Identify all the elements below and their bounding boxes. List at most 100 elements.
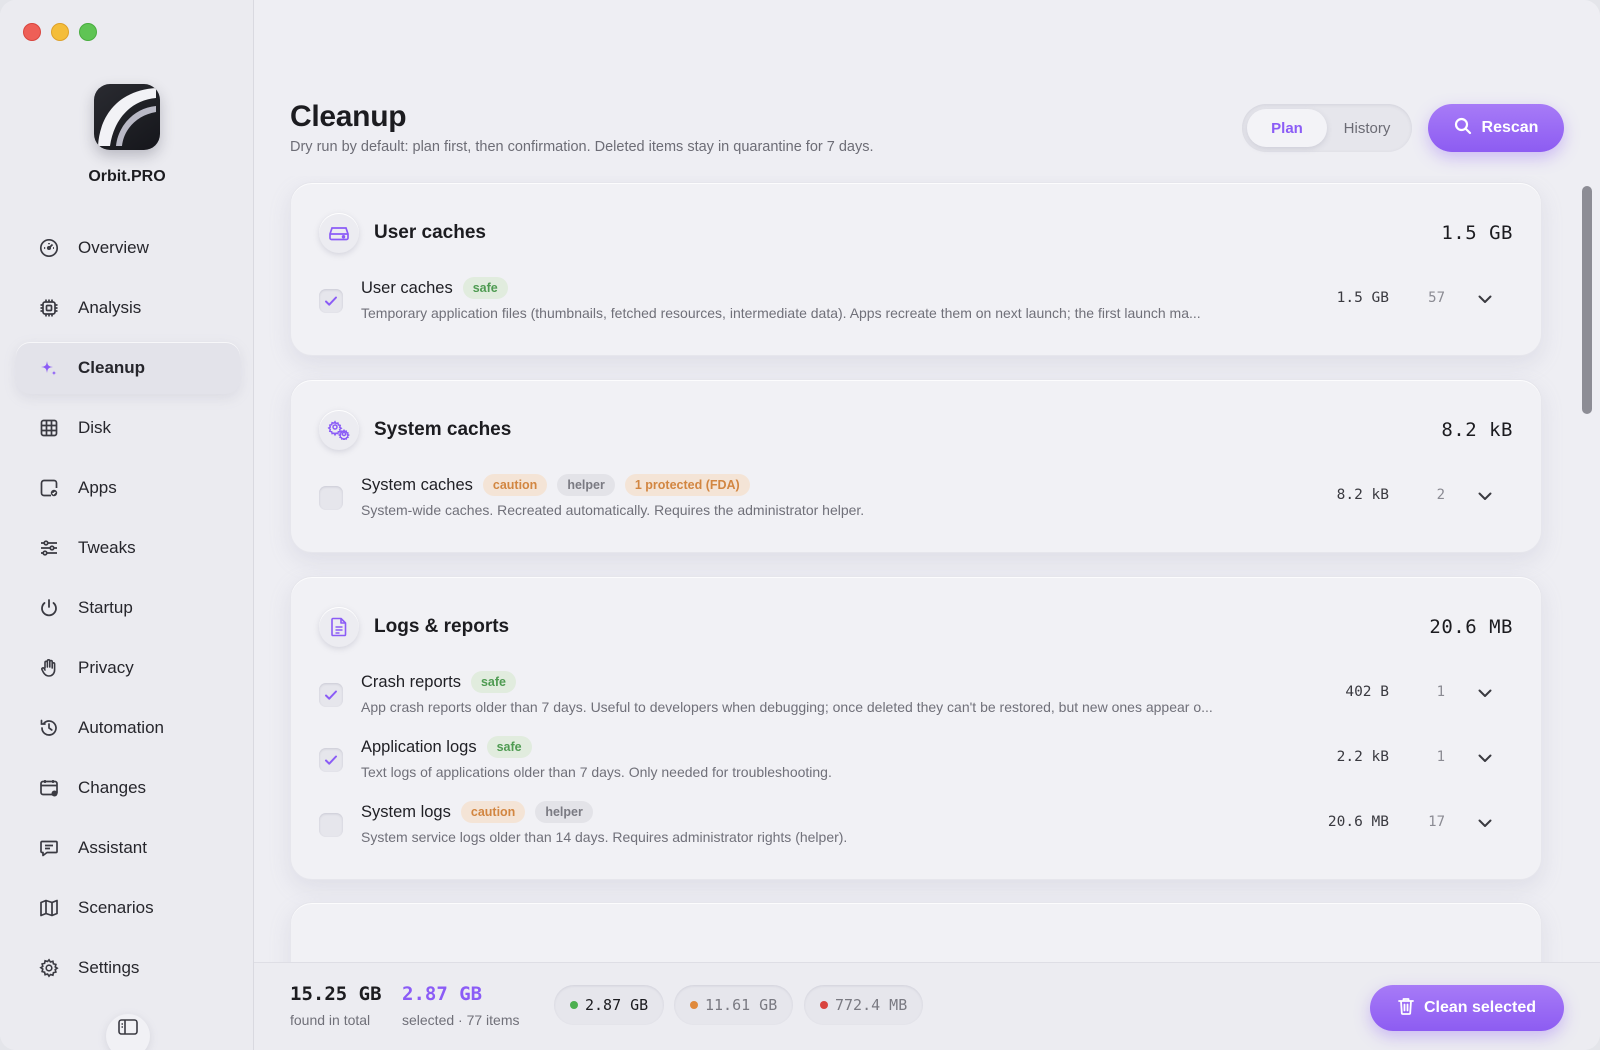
row-description: Text logs of applications older than 7 d… [361, 764, 832, 780]
safe-size-pill: 2.87 GB [554, 985, 665, 1025]
chevron-down-icon[interactable] [1473, 287, 1497, 311]
pill-value: 11.61 GB [705, 996, 778, 1014]
sidebar-item-overview[interactable]: Overview [16, 222, 240, 274]
list-item: User caches safe Temporary application f… [319, 275, 1513, 331]
close-window-button[interactable] [23, 23, 41, 41]
sidebar-item-scenarios[interactable]: Scenarios [16, 882, 240, 934]
group-header[interactable]: Logs & reports 20.6 MB [319, 605, 1513, 649]
row-checkbox[interactable] [319, 813, 343, 837]
status-badge: 1 protected (FDA) [624, 474, 750, 496]
sidebar-item-label: Scenarios [78, 898, 154, 917]
checkmark-icon [325, 755, 337, 765]
row-checkbox[interactable] [319, 486, 343, 510]
search-icon [1454, 117, 1472, 140]
row-title-line: System logs caution helper [361, 799, 593, 825]
chip-icon [38, 297, 60, 319]
row-checkbox[interactable] [319, 748, 343, 772]
sidebar-item-changes[interactable]: Changes [16, 762, 240, 814]
history-icon [38, 717, 60, 739]
group-card-user-caches: User caches 1.5 GB User caches safe Temp… [290, 182, 1542, 356]
tab-history[interactable]: History [1327, 109, 1407, 147]
status-badge: safe [470, 671, 516, 693]
group-card-logs-reports: Logs & reports 20.6 MB Crash reports saf… [290, 576, 1542, 880]
status-badge: helper [557, 474, 615, 496]
clean-selected-button[interactable]: Clean selected [1370, 985, 1564, 1031]
sparkle-icon [38, 357, 60, 379]
minimize-window-button[interactable] [51, 23, 69, 41]
risky-size-pill: 772.4 MB [804, 985, 924, 1025]
sidebar-item-automation[interactable]: Automation [16, 702, 240, 754]
status-badge: helper [535, 801, 593, 823]
pill-value: 2.87 GB [585, 996, 649, 1014]
row-name: User caches [361, 278, 453, 297]
row-size: 2.2 kB [1336, 749, 1389, 765]
chevron-down-icon[interactable] [1473, 811, 1497, 835]
calendar-icon [38, 777, 60, 799]
app-logo [94, 84, 160, 150]
app-window: Orbit.PRO Overview Analysis Cleanup Disk… [0, 0, 1600, 1050]
list-item: Crash reports safe App crash reports old… [319, 669, 1513, 725]
row-description: Temporary application files (thumbnails,… [361, 305, 1201, 321]
row-title-line: User caches safe [361, 275, 508, 301]
group-card-partial [290, 902, 1542, 962]
sidebar-item-label: Automation [78, 718, 164, 737]
grid-icon [38, 417, 60, 439]
row-checkbox[interactable] [319, 289, 343, 313]
tab-plan[interactable]: Plan [1247, 109, 1327, 147]
row-description: System-wide caches. Recreated automatica… [361, 502, 865, 518]
sidebar-item-assistant[interactable]: Assistant [16, 822, 240, 874]
rescan-button[interactable]: Rescan [1428, 104, 1564, 152]
status-badge: caution [460, 801, 526, 823]
group-title: Logs & reports [374, 616, 510, 637]
sidebar-item-privacy[interactable]: Privacy [16, 642, 240, 694]
row-name: Application logs [361, 737, 477, 756]
cleanup-footer: 15.25 GB found in total 2.87 GB selected… [254, 962, 1600, 1050]
hand-icon [38, 657, 60, 679]
trash-icon [1398, 997, 1414, 1020]
sidebar-item-analysis[interactable]: Analysis [16, 282, 240, 334]
row-count: 2 [1436, 487, 1445, 503]
sidebar-item-cleanup[interactable]: Cleanup [16, 342, 240, 394]
row-size: 20.6 MB [1327, 814, 1389, 830]
chevron-down-icon[interactable] [1473, 484, 1497, 508]
row-description: App crash reports older than 7 days. Use… [361, 699, 1213, 715]
sidebar-item-disk[interactable]: Disk [16, 402, 240, 454]
pill-value: 772.4 MB [835, 996, 908, 1014]
sidebar-item-startup[interactable]: Startup [16, 582, 240, 634]
row-title-line: Crash reports safe [361, 669, 516, 695]
zoom-window-button[interactable] [79, 23, 97, 41]
group-card-system-caches: System caches 8.2 kB System caches cauti… [290, 379, 1542, 553]
row-title-line: System caches caution helper 1 protected… [361, 472, 750, 498]
sidebar-item-label: Changes [78, 778, 147, 797]
sidebar-item-label: Privacy [78, 658, 134, 677]
map-icon [38, 897, 60, 919]
row-size: 8.2 kB [1336, 487, 1389, 503]
gauge-icon [38, 237, 60, 259]
row-count: 17 [1428, 814, 1445, 830]
rescan-label: Rescan [1481, 119, 1539, 136]
group-size: 8.2 kB [1441, 419, 1513, 441]
group-header[interactable]: User caches 1.5 GB [319, 211, 1513, 255]
cleanup-groups-list[interactable]: User caches 1.5 GB User caches safe Temp… [254, 176, 1600, 962]
chevron-down-icon[interactable] [1473, 746, 1497, 770]
row-checkbox[interactable] [319, 683, 343, 707]
sidebar-toggle-button[interactable] [106, 1014, 150, 1050]
chevron-down-icon[interactable] [1473, 681, 1497, 705]
red-dot-icon [820, 1001, 828, 1009]
row-title-line: Application logs safe [361, 734, 532, 760]
sidebar-item-settings[interactable]: Settings [16, 942, 240, 994]
group-size: 20.6 MB [1429, 616, 1513, 638]
sidebar-item-tweaks[interactable]: Tweaks [16, 522, 240, 574]
group-header[interactable]: System caches 8.2 kB [319, 408, 1513, 452]
group-title: User caches [374, 222, 486, 243]
sliders-icon [38, 537, 60, 559]
checkmark-icon [325, 690, 337, 700]
sidebar-item-label: Analysis [78, 298, 142, 317]
row-description: System service logs older than 14 days. … [361, 829, 848, 845]
sidebar-item-label: Disk [78, 418, 112, 437]
sidebar-item-apps[interactable]: Apps [16, 462, 240, 514]
row-count: 1 [1436, 749, 1445, 765]
scrollbar-thumb[interactable] [1582, 186, 1592, 414]
drive-icon [319, 213, 359, 253]
status-badge: safe [462, 277, 508, 299]
